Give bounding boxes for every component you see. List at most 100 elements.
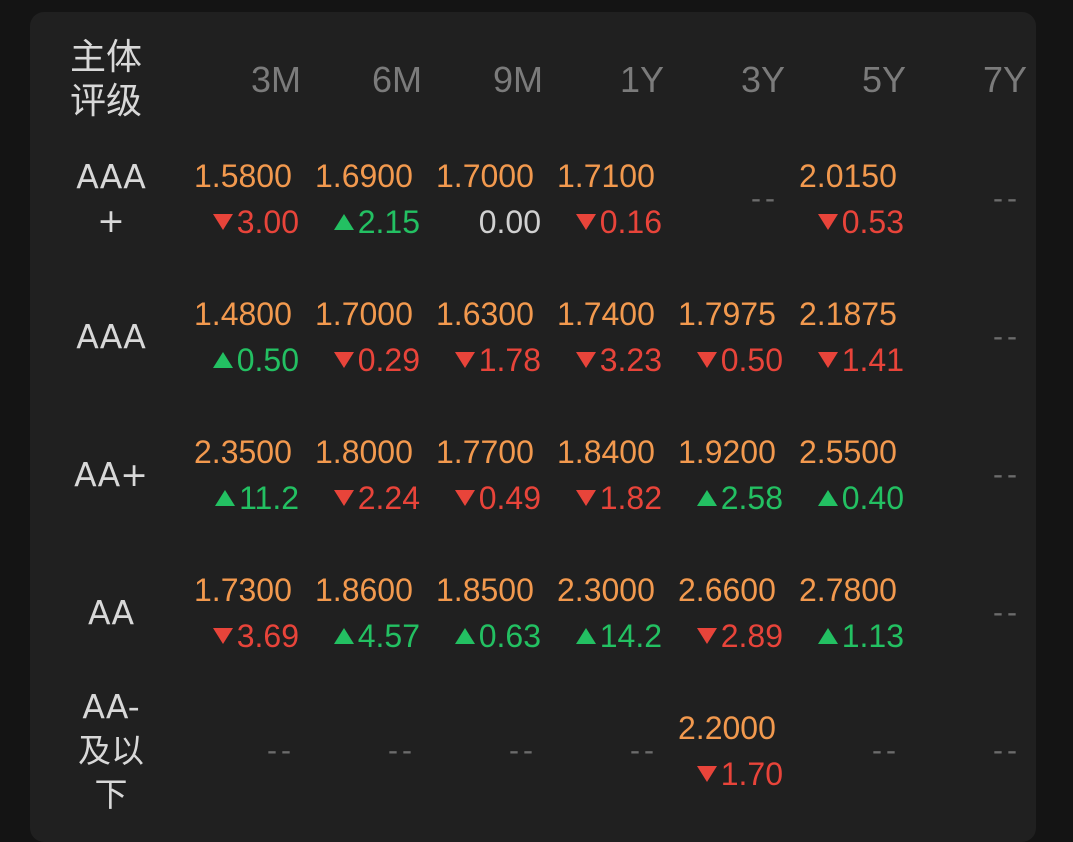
column-header-1y[interactable]: 1Y bbox=[555, 30, 676, 130]
yield-cell[interactable]: 1.7400 3.23 bbox=[555, 268, 676, 406]
yield-cell[interactable]: 1.7975 0.50 bbox=[676, 268, 797, 406]
rating-label-line: AAA bbox=[76, 157, 146, 196]
column-header-7y[interactable]: 7Y bbox=[918, 30, 1039, 130]
yield-cell[interactable]: 2.3000 14.2 bbox=[555, 544, 676, 682]
rating-label-line: AA bbox=[87, 593, 135, 632]
triangle-down-icon bbox=[575, 214, 596, 230]
yield-value: 2.3500 bbox=[194, 434, 292, 470]
no-data-dash: -- bbox=[388, 734, 416, 767]
rating-label: AAA + bbox=[30, 130, 192, 268]
yield-change-value: 3.00 bbox=[236, 204, 299, 240]
empty-cell: -- bbox=[192, 682, 313, 820]
yield-change-value: 3.23 bbox=[599, 342, 662, 378]
triangle-down-icon bbox=[454, 490, 475, 506]
yield-change-value: 0.00 bbox=[478, 204, 541, 240]
yield-change: 14.2 bbox=[575, 613, 662, 659]
yield-change: 2.15 bbox=[333, 199, 420, 245]
yield-change: 0.49 bbox=[454, 475, 541, 521]
yield-change-value: 2.58 bbox=[720, 480, 783, 516]
yield-cell[interactable]: 2.6600 2.89 bbox=[676, 544, 797, 682]
yield-change-value: 2.24 bbox=[357, 480, 420, 516]
no-data-dash: -- bbox=[993, 182, 1021, 215]
column-header-9m[interactable]: 9M bbox=[434, 30, 555, 130]
yield-change: 0.16 bbox=[575, 199, 662, 245]
yield-change-value: 3.69 bbox=[236, 618, 299, 654]
triangle-down-icon bbox=[575, 352, 596, 368]
yield-change: 1.82 bbox=[575, 475, 662, 521]
no-data-dash: -- bbox=[509, 734, 537, 767]
empty-cell: -- bbox=[918, 130, 1039, 268]
no-data-dash: -- bbox=[630, 734, 658, 767]
yield-change: 1.41 bbox=[817, 337, 904, 383]
triangle-up-icon bbox=[817, 490, 838, 506]
empty-cell: -- bbox=[918, 268, 1039, 406]
yield-change: 1.78 bbox=[454, 337, 541, 383]
yield-cell[interactable]: 1.7100 0.16 bbox=[555, 130, 676, 268]
yield-value: 1.7000 bbox=[436, 158, 534, 194]
yield-value: 1.6300 bbox=[436, 296, 534, 332]
triangle-up-icon bbox=[333, 628, 354, 644]
column-header-5y[interactable]: 5Y bbox=[797, 30, 918, 130]
yield-cell[interactable]: 2.5500 0.40 bbox=[797, 406, 918, 544]
yield-change: 0.40 bbox=[817, 475, 904, 521]
column-header-3y[interactable]: 3Y bbox=[676, 30, 797, 130]
triangle-up-icon bbox=[817, 628, 838, 644]
empty-cell: -- bbox=[434, 682, 555, 820]
triangle-down-icon bbox=[212, 628, 233, 644]
yield-change: 1.13 bbox=[817, 613, 904, 659]
triangle-up-icon bbox=[454, 628, 475, 644]
triangle-down-icon bbox=[817, 214, 838, 230]
yield-change-value: 0.50 bbox=[236, 342, 299, 378]
rating-label-line: + bbox=[97, 201, 125, 240]
yield-cell[interactable]: 2.7800 1.13 bbox=[797, 544, 918, 682]
no-data-dash: -- bbox=[993, 596, 1021, 629]
rating-label: AA bbox=[30, 544, 192, 682]
yield-cell[interactable]: 1.6300 1.78 bbox=[434, 268, 555, 406]
yield-value: 2.1875 bbox=[799, 296, 897, 332]
yield-cell[interactable]: 1.9200 2.58 bbox=[676, 406, 797, 544]
yield-change: 2.89 bbox=[696, 613, 783, 659]
triangle-up-icon bbox=[215, 490, 236, 506]
yield-change: 0.63 bbox=[454, 613, 541, 659]
yield-change: 2.58 bbox=[696, 475, 783, 521]
yield-cell[interactable]: 1.7000 0.00 bbox=[434, 130, 555, 268]
triangle-up-icon bbox=[575, 628, 596, 644]
yield-change: 0.50 bbox=[696, 337, 783, 383]
yield-cell[interactable]: 2.3500 11.2 bbox=[192, 406, 313, 544]
yield-cell[interactable]: 1.4800 0.50 bbox=[192, 268, 313, 406]
yield-change-value: 0.63 bbox=[478, 618, 541, 654]
yield-cell[interactable]: 1.7700 0.49 bbox=[434, 406, 555, 544]
yield-cell[interactable]: 2.2000 1.70 bbox=[676, 682, 797, 820]
yield-change-value: 1.78 bbox=[478, 342, 541, 378]
yield-cell[interactable]: 2.0150 0.53 bbox=[797, 130, 918, 268]
no-data-dash: -- bbox=[993, 458, 1021, 491]
yield-cell[interactable]: 1.8600 4.57 bbox=[313, 544, 434, 682]
triangle-down-icon bbox=[575, 490, 596, 506]
yield-cell[interactable]: 1.5800 3.00 bbox=[192, 130, 313, 268]
yield-value: 1.8600 bbox=[315, 572, 413, 608]
yield-value: 2.6600 bbox=[678, 572, 776, 608]
triangle-up-icon bbox=[212, 352, 233, 368]
yield-value: 2.3000 bbox=[557, 572, 655, 608]
yield-value: 1.8000 bbox=[315, 434, 413, 470]
rating-label: AA- 及以下 bbox=[30, 682, 192, 820]
rating-yield-grid: 主体 评级 3M 6M 9M 1Y 3Y 5Y 7Y AAA +1.5800 3.00 1.6900… bbox=[30, 30, 1039, 820]
rating-label-line: 下 bbox=[94, 775, 128, 814]
yield-cell[interactable]: 1.7000 0.29 bbox=[313, 268, 434, 406]
column-header-3m[interactable]: 3M bbox=[192, 30, 313, 130]
yield-value: 1.8500 bbox=[436, 572, 534, 608]
yield-change-value: 0.29 bbox=[357, 342, 420, 378]
yield-change-value: 0.40 bbox=[841, 480, 904, 516]
yield-value: 1.7975 bbox=[678, 296, 776, 332]
yield-cell[interactable]: 1.8000 2.24 bbox=[313, 406, 434, 544]
yield-change: 3.23 bbox=[575, 337, 662, 383]
yield-cell[interactable]: 1.6900 2.15 bbox=[313, 130, 434, 268]
column-header-6m[interactable]: 6M bbox=[313, 30, 434, 130]
yield-cell[interactable]: 2.1875 1.41 bbox=[797, 268, 918, 406]
yield-cell[interactable]: 1.8400 1.82 bbox=[555, 406, 676, 544]
yield-change: 0.00 bbox=[479, 199, 541, 245]
yield-cell[interactable]: 1.7300 3.69 bbox=[192, 544, 313, 682]
yield-cell[interactable]: 1.8500 0.63 bbox=[434, 544, 555, 682]
rating-label-line: AAA bbox=[76, 317, 146, 356]
yield-value: 2.0150 bbox=[799, 158, 897, 194]
